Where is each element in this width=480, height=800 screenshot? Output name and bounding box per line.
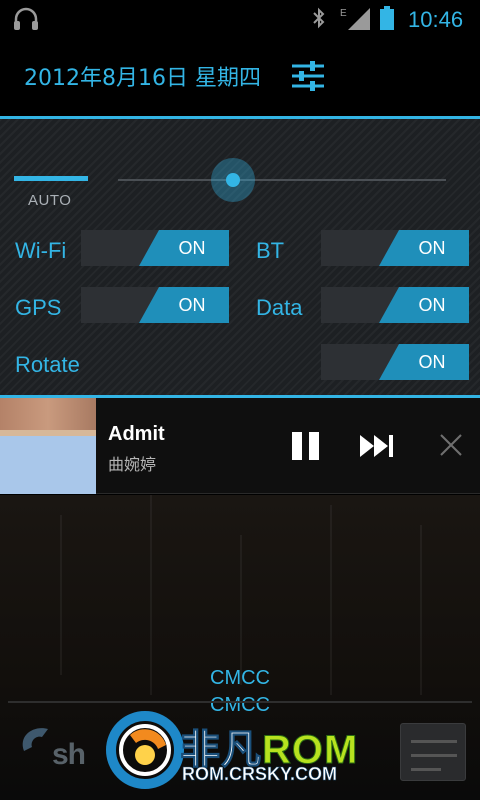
status-clock: 10:46 xyxy=(408,7,464,32)
divider xyxy=(8,701,472,703)
quick-settings-panel: AUTO Wi-Fi ON BT ON GPS ON Data ON Rotat… xyxy=(0,116,480,398)
watermark-url: ROM.CRSKY.COM xyxy=(182,764,338,785)
auto-brightness-indicator[interactable] xyxy=(14,176,88,181)
music-notification[interactable]: Admit 曲婉婷 xyxy=(0,398,480,494)
status-bar: E 10:46 xyxy=(0,0,480,38)
brightness-slider-track[interactable] xyxy=(118,179,446,181)
rotate-toggle-state: ON xyxy=(379,344,469,380)
bt-toggle-state: ON xyxy=(379,230,469,266)
wifi-toggle[interactable]: ON xyxy=(81,230,229,266)
data-toggle[interactable]: ON xyxy=(321,287,469,323)
auto-brightness-label[interactable]: AUTO xyxy=(28,192,71,209)
close-icon[interactable] xyxy=(436,430,466,460)
album-art xyxy=(0,398,96,494)
partial-text: sh xyxy=(52,738,86,771)
wifi-toggle-state: ON xyxy=(139,230,229,266)
brightness-slider-thumb[interactable] xyxy=(210,158,255,202)
settings-sliders-icon[interactable] xyxy=(290,58,326,94)
notification-header: 2012年8月16日 星期四 xyxy=(0,38,480,118)
headphones-icon xyxy=(14,7,38,30)
watermark-logo xyxy=(106,711,184,789)
bt-label: BT xyxy=(256,238,285,263)
next-track-icon[interactable] xyxy=(356,428,400,464)
carrier-label-2: CMCC xyxy=(210,694,270,716)
carrier-label-1: CMCC xyxy=(210,667,270,689)
signal-icon: E xyxy=(340,8,370,30)
wifi-label: Wi-Fi xyxy=(15,238,67,263)
pause-icon[interactable] xyxy=(288,428,324,464)
settings-shortcut[interactable] xyxy=(400,723,466,781)
lockscreen-background: CMCC CMCC sh 非凡ROM ROM.CRSKY.COM xyxy=(0,495,480,800)
bluetooth-icon xyxy=(313,7,325,29)
gps-toggle-state: ON xyxy=(139,287,229,323)
date-label: 2012年8月16日 星期四 xyxy=(24,66,261,91)
bt-toggle[interactable]: ON xyxy=(321,230,469,266)
gps-toggle[interactable]: ON xyxy=(81,287,229,323)
network-type-label: E xyxy=(340,8,347,19)
gps-label: GPS xyxy=(15,295,62,320)
data-toggle-state: ON xyxy=(379,287,469,323)
data-label: Data xyxy=(256,295,303,320)
track-title: Admit xyxy=(108,423,165,445)
battery-icon xyxy=(380,6,394,30)
track-artist: 曲婉婷 xyxy=(108,455,157,474)
rotate-label: Rotate xyxy=(15,352,80,377)
rotate-toggle[interactable]: ON xyxy=(321,344,469,380)
